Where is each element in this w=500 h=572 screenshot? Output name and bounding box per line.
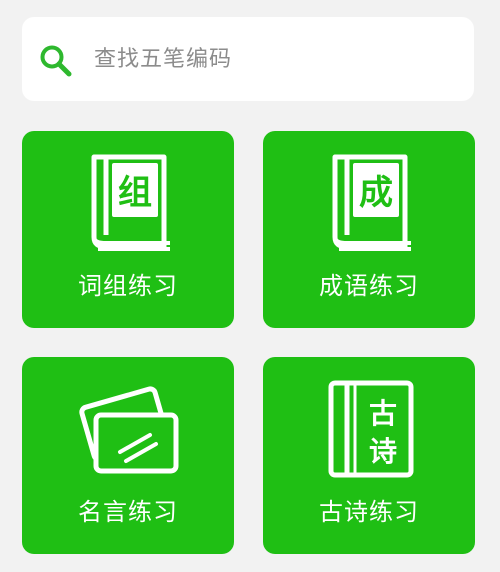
book-icon: 组 <box>91 154 170 251</box>
search-placeholder: 查找五笔编码 <box>94 47 233 72</box>
book-icon-text: 组 <box>118 173 152 213</box>
tile-label: 古诗练习 <box>319 498 419 526</box>
book-icon-text: 成 <box>359 173 393 213</box>
tile-phrase-practice[interactable]: 组 词组练习 <box>22 131 234 328</box>
tile-label: 成语练习 <box>319 272 419 300</box>
cards-icon <box>79 386 179 474</box>
scroll-book-icon-text-top: 古 <box>369 397 397 430</box>
book-icon: 成 <box>332 154 411 251</box>
tile-poem-practice[interactable]: 古 诗 古诗练习 <box>263 357 475 554</box>
search-bar[interactable]: 查找五笔编码 <box>22 17 474 101</box>
tile-label: 词组练习 <box>78 272 178 300</box>
search-icon <box>40 45 72 77</box>
scroll-book-icon: 古 诗 <box>328 380 414 478</box>
tile-quote-practice[interactable]: 名言练习 <box>22 357 234 554</box>
tile-idiom-practice[interactable]: 成 成语练习 <box>263 131 475 328</box>
tile-label: 名言练习 <box>78 498 178 526</box>
scroll-book-icon-text-bottom: 诗 <box>369 435 397 468</box>
